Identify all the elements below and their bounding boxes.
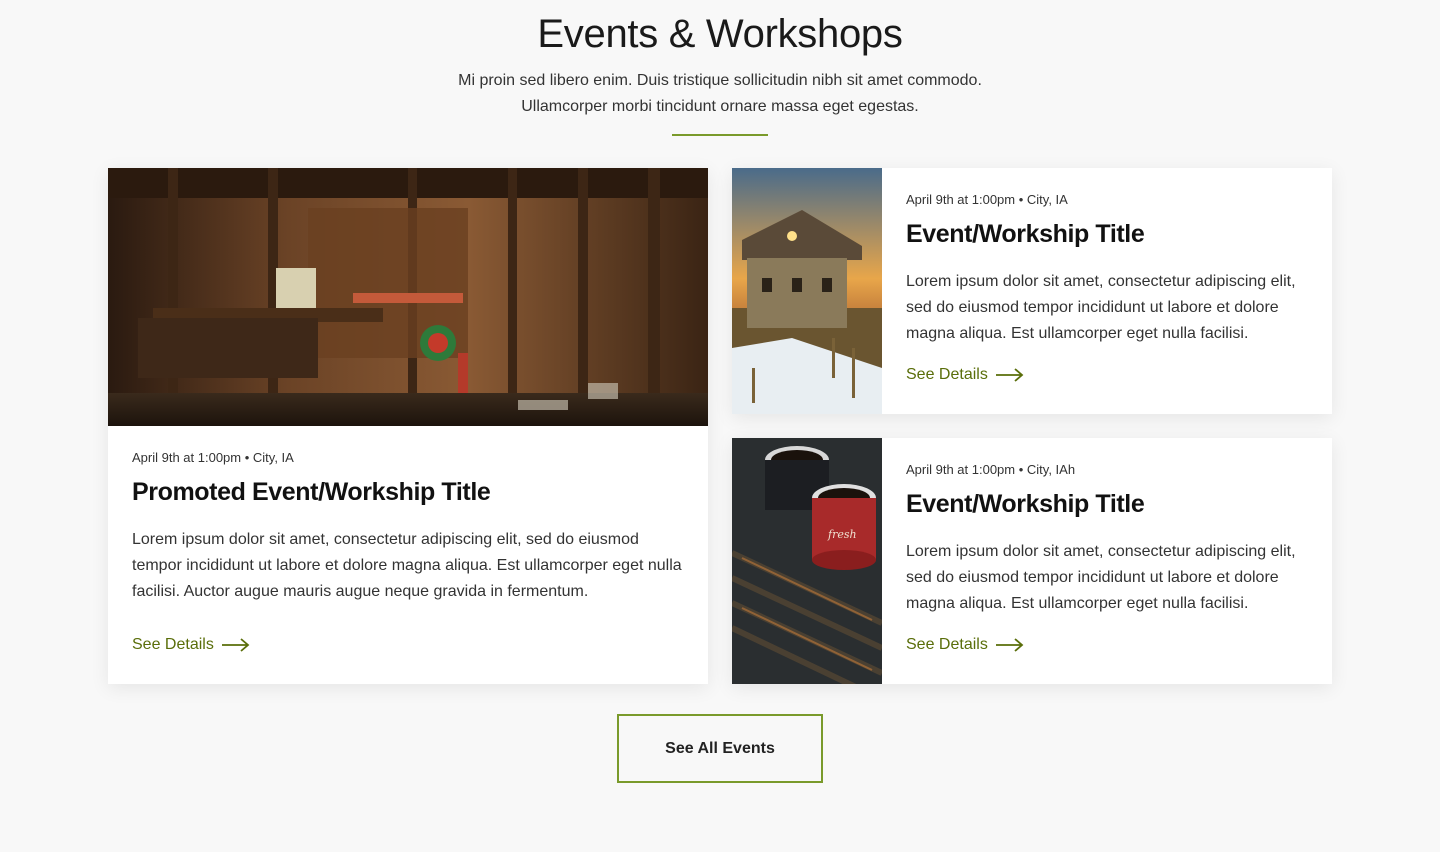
event-description: Lorem ipsum dolor sit amet, consectetur … <box>906 543 1296 612</box>
event-meta: April 9th at 1:00pm • City, IA <box>906 192 1068 207</box>
subtitle-line-2: Ullamcorper morbi tincidunt ornare massa… <box>521 98 919 115</box>
promoted-event-meta: April 9th at 1:00pm • City, IA <box>132 450 294 465</box>
see-details-label: See Details <box>906 366 988 383</box>
promoted-event-title[interactable]: Promoted Event/Workship Title <box>132 478 491 507</box>
event-image[interactable]: fresh <box>732 438 882 684</box>
arrow-right-icon <box>995 368 1024 382</box>
section-subtitle: Mi proin sed libero enim. Duis tristique… <box>0 68 1440 120</box>
event-title[interactable]: Event/Workship Title <box>906 220 1145 249</box>
event-title[interactable]: Event/Workship Title <box>906 490 1145 519</box>
promoted-event-description: Lorem ipsum dolor sit amet, consectetur … <box>132 531 682 600</box>
event-card: fresh April 9th at 1:00pm • City, IAh Ev… <box>732 438 1332 684</box>
see-details-link[interactable]: See Details <box>906 366 1024 384</box>
see-all-events-button[interactable]: See All Events <box>617 714 823 783</box>
event-description: Lorem ipsum dolor sit amet, consectetur … <box>906 273 1296 342</box>
arrow-right-icon <box>221 638 250 652</box>
subtitle-line-1: Mi proin sed libero enim. Duis tristique… <box>458 72 982 89</box>
see-details-link[interactable]: See Details <box>906 636 1024 654</box>
event-meta: April 9th at 1:00pm • City, IAh <box>906 462 1076 477</box>
event-card: April 9th at 1:00pm • City, IA Event/Wor… <box>732 168 1332 414</box>
svg-text:fresh: fresh <box>827 528 857 541</box>
promoted-event-image[interactable] <box>108 168 708 426</box>
promoted-see-details-link[interactable]: See Details <box>132 636 250 654</box>
see-details-label: See Details <box>906 636 988 653</box>
promoted-event-card: April 9th at 1:00pm • City, IA Promoted … <box>108 168 708 684</box>
arrow-right-icon <box>995 638 1024 652</box>
event-image[interactable] <box>732 168 882 414</box>
title-divider <box>672 134 768 136</box>
section-title: Events & Workshops <box>537 12 903 56</box>
see-details-label: See Details <box>132 636 214 653</box>
